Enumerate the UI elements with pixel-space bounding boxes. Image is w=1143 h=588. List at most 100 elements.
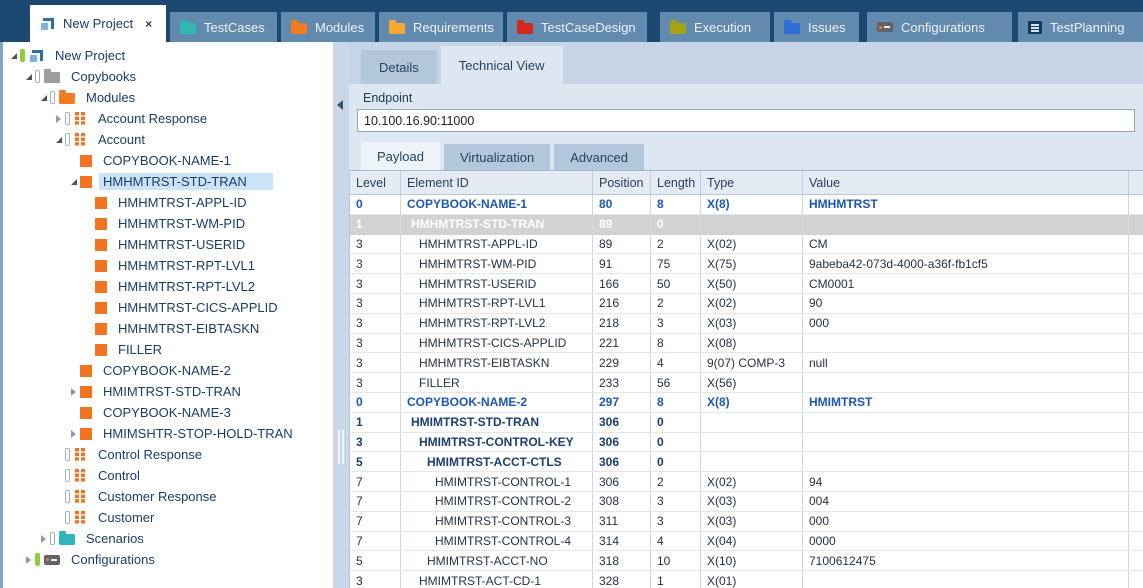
tree-item-label: COPYBOOK-NAME-2 [99,362,235,379]
tab-configurations[interactable]: Configurations [867,12,1012,42]
tab-advanced[interactable]: Advanced [554,144,644,170]
tab-new-project[interactable]: New Project× [30,5,166,42]
tab-modules[interactable]: Modules [281,12,375,42]
cell-element-id: HMHMTRST-RPT-LVL2 [401,314,593,333]
tree-item-copybooks[interactable]: Copybooks [3,66,333,87]
project-tree-panel: New ProjectCopybooksModulesAccount Respo… [0,42,333,588]
table-row[interactable]: 0COPYBOOK-NAME-1808X(8)HMHMTRST [350,195,1143,215]
tree-item-configurations[interactable]: Configurations [3,549,333,570]
tree-item-filler[interactable]: FILLER [3,339,333,360]
tree-item-hmimshtr-stop-hold-tran[interactable]: HMIMSHTR-STOP-HOLD-TRAN [3,423,333,444]
column-header-value[interactable]: Value [803,171,1129,194]
table-row[interactable]: 3HMHMTRST-USERID16650X(50)CM0001 [350,274,1143,294]
table-row[interactable]: 3FILLER23356X(56) [350,373,1143,393]
cell-type: 9(07) COMP-3 [701,353,803,372]
table-row[interactable]: 1HMHMTRST-STD-TRAN890 [350,215,1143,235]
tree-item-account-response[interactable]: Account Response [3,108,333,129]
expander-closed-icon[interactable] [67,430,80,438]
table-row[interactable]: 3HMHMTRST-RPT-LVL22183X(03)000 [350,314,1143,334]
expander-closed-icon[interactable] [52,115,65,123]
expander-open-icon[interactable] [67,179,80,185]
table-row[interactable]: 3HMHMTRST-EIBTASKN22949(07) COMP-3null [350,353,1143,373]
expander-closed-icon[interactable] [67,388,80,396]
cell-position: 80 [593,195,651,214]
column-header-position[interactable]: Position [593,171,651,194]
table-row[interactable]: 7HMIMTRST-CONTROL-23083X(03)004 [350,492,1143,512]
expander-closed-icon[interactable] [37,535,50,543]
expander-open-icon[interactable] [22,74,35,80]
tab-payload[interactable]: Payload [361,142,440,170]
expander-closed-icon[interactable] [22,556,35,564]
expander-open-icon[interactable] [7,53,20,59]
tab-testplanning[interactable]: TestPlanning [1018,12,1143,42]
table-row[interactable]: 5HMIMTRST-ACCT-NO31810X(10)7100612475 [350,551,1143,571]
tree-item-copybook-name-2[interactable]: COPYBOOK-NAME-2 [3,360,333,381]
expander-open-icon[interactable] [37,95,50,101]
tree-item-customer[interactable]: Customer [3,507,333,528]
table-row[interactable]: 7HMIMTRST-CONTROL-13062X(02)94 [350,472,1143,492]
tree-item-hmhmtrst-rpt-lvl2[interactable]: HMHMTRST-RPT-LVL2 [3,276,333,297]
table-row[interactable]: 3HMIMTRST-ACT-CD-13281X(01) [350,571,1143,588]
folder-icon [59,534,75,545]
tree-item-new-project[interactable]: New Project [3,45,333,66]
tree-item-account[interactable]: Account [3,129,333,150]
tree-item-control[interactable]: Control [3,465,333,486]
module-icon [74,469,87,482]
tab-label: TestCases [204,20,265,35]
expander-open-icon[interactable] [52,137,65,143]
tree-item-copybook-name-3[interactable]: COPYBOOK-NAME-3 [3,402,333,423]
column-header-level[interactable]: Level [350,171,401,194]
folder-icon [180,23,196,34]
table-row[interactable]: 1HMIMTRST-STD-TRAN3060 [350,413,1143,433]
tab-testcases[interactable]: TestCases [170,12,277,42]
collapse-arrow-icon[interactable] [337,100,343,110]
tree-item-hmhmtrst-std-tran[interactable]: HMHMTRST-STD-TRAN [3,171,333,192]
tree-item-hmimtrst-std-tran[interactable]: HMIMTRST-STD-TRAN [3,381,333,402]
splitter-grip[interactable] [338,430,340,464]
cell-type: X(75) [701,254,803,273]
tab-testcasedesign[interactable]: TestCaseDesign [507,12,647,42]
tab-close-icon[interactable]: × [145,18,152,30]
table-row[interactable]: 3HMHMTRST-APPL-ID892X(02)CM [350,235,1143,255]
endpoint-input[interactable] [357,109,1135,132]
table-row[interactable]: 7HMIMTRST-CONTROL-43144X(04)0000 [350,532,1143,552]
tree-item-hmhmtrst-eibtaskn[interactable]: HMHMTRST-EIBTASKN [3,318,333,339]
cell-type: X(08) [701,334,803,353]
table-row[interactable]: 3HMIMTRST-CONTROL-KEY3060 [350,433,1143,453]
tab-strip: New Project× TestCases ModulesRequirements… [30,0,1143,42]
tab-execution[interactable]: Execution [660,12,770,42]
column-header-length[interactable]: Length [651,171,701,194]
tab-issues[interactable]: Issues [774,12,859,42]
tree-item-hmhmtrst-userid[interactable]: HMHMTRST-USERID [3,234,333,255]
tree-item-copybook-name-1[interactable]: COPYBOOK-NAME-1 [3,150,333,171]
column-header-type[interactable]: Type [701,171,803,194]
tab-details[interactable]: Details [361,50,437,84]
tree-item-customer-response[interactable]: Customer Response [3,486,333,507]
table-row[interactable]: 3HMHMTRST-RPT-LVL12162X(02)90 [350,294,1143,314]
column-header-element-id[interactable]: Element ID [401,171,593,194]
tab-requirements[interactable]: Requirements [379,12,503,42]
tree-item-hmhmtrst-cics-applid[interactable]: HMHMTRST-CICS-APPLID [3,297,333,318]
tree-item-hmhmtrst-rpt-lvl1[interactable]: HMHMTRST-RPT-LVL1 [3,255,333,276]
spine-icon [65,490,70,503]
tab-virtualization-label: Virtualization [460,150,534,165]
table-row[interactable]: 0COPYBOOK-NAME-22978X(8)HMIMTRST [350,393,1143,413]
table-row[interactable]: 5HMIMTRST-ACCT-CTLS3060 [350,452,1143,472]
tree-item-hmhmtrst-appl-id[interactable]: HMHMTRST-APPL-ID [3,192,333,213]
tree-item-scenarios[interactable]: Scenarios [3,528,333,549]
cell-filler [1129,571,1143,588]
panel-splitter[interactable] [333,42,349,588]
tree-item-hmhmtrst-wm-pid[interactable]: HMHMTRST-WM-PID [3,213,333,234]
tree-item-control-response[interactable]: Control Response [3,444,333,465]
cell-length: 8 [651,334,701,353]
detail-panel: Details Technical View Endpoint Payload … [349,42,1143,588]
table-row[interactable]: 7HMIMTRST-CONTROL-33113X(03)000 [350,512,1143,532]
tree-item-modules[interactable]: Modules [3,87,333,108]
tab-technical-view[interactable]: Technical View [441,46,563,84]
table-row[interactable]: 3HMHMTRST-WM-PID9175X(75)9abeba42-073d-4… [350,254,1143,274]
tab-virtualization[interactable]: Virtualization [444,144,550,170]
cell-element-id: HMIMTRST-ACCT-NO [401,551,593,570]
table-row[interactable]: 3HMHMTRST-CICS-APPLID2218X(08) [350,334,1143,354]
cell-value: 000 [803,512,1129,531]
cell-element-id: HMIMTRST-STD-TRAN [401,413,593,432]
